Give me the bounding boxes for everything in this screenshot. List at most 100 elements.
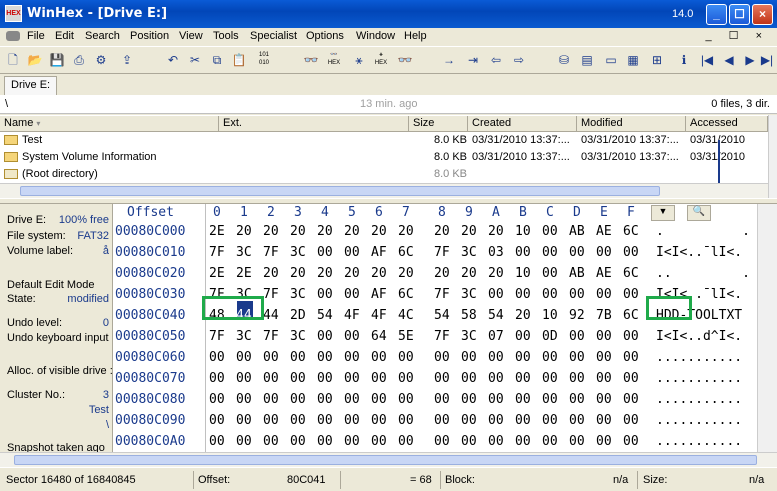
hex-byte[interactable]: 4F <box>371 308 387 323</box>
hex-byte[interactable]: 00 <box>461 413 477 428</box>
hex-byte[interactable]: 00 <box>515 371 531 386</box>
text-column[interactable]: I<I<..¯lI<. <box>656 245 742 260</box>
hex-byte[interactable]: 00 <box>623 350 639 365</box>
hex-byte[interactable]: 54 <box>317 308 333 323</box>
hex-byte[interactable]: 00 <box>542 287 558 302</box>
hex-byte[interactable]: 00 <box>488 287 504 302</box>
row-offset[interactable]: 00080C070 <box>115 371 185 386</box>
text-mode-dropdown-icon[interactable]: ▼ <box>651 205 675 221</box>
previous-sector-icon[interactable]: ◀ <box>720 51 738 69</box>
hex-byte[interactable]: 7F <box>263 287 279 302</box>
hex-byte[interactable]: 00 <box>398 392 414 407</box>
search-icon[interactable]: 🔍 <box>687 205 711 221</box>
hex-byte[interactable]: 54 <box>488 308 504 323</box>
hex-byte[interactable]: 3C <box>290 287 306 302</box>
next-sector-icon[interactable]: ▶ <box>741 51 759 69</box>
hex-byte[interactable]: 00 <box>515 350 531 365</box>
row-offset[interactable]: 00080C060 <box>115 350 185 365</box>
menu-file[interactable]: File <box>27 30 45 42</box>
menu-window[interactable]: Window <box>356 30 395 42</box>
hex-byte[interactable]: 00 <box>263 434 279 449</box>
last-sector-icon[interactable]: ▶| <box>758 51 776 69</box>
hex-byte[interactable]: 00 <box>290 350 306 365</box>
close-button[interactable]: × <box>752 4 773 25</box>
hex-byte[interactable]: 00 <box>344 245 360 260</box>
row-offset[interactable]: 00080C080 <box>115 392 185 407</box>
hex-byte[interactable]: 3C <box>236 245 252 260</box>
hex-byte[interactable]: 00 <box>596 434 612 449</box>
hex-byte[interactable]: 00 <box>344 434 360 449</box>
hex-byte[interactable]: 7F <box>434 329 450 344</box>
hex-byte[interactable]: 20 <box>488 266 504 281</box>
hex-byte[interactable]: 00 <box>209 434 225 449</box>
hex-byte[interactable]: 00 <box>236 413 252 428</box>
hex-byte[interactable]: 00 <box>542 434 558 449</box>
menu-disk-icon[interactable] <box>6 31 20 41</box>
hex-byte[interactable]: 20 <box>371 224 387 239</box>
column-size[interactable]: Size <box>409 116 468 132</box>
text-column[interactable]: I<I<..d^I<. <box>656 329 742 344</box>
disk-tool-icon[interactable]: ⛁ <box>555 51 573 69</box>
hex-byte[interactable]: 00 <box>434 413 450 428</box>
file-row[interactable]: Test 8.0 KB 03/31/2010 13:37:... 03/31/2… <box>0 132 768 149</box>
hex-byte[interactable]: 00 <box>371 350 387 365</box>
hex-byte[interactable]: 00 <box>461 434 477 449</box>
find-text-icon[interactable]: 👓 <box>302 51 320 69</box>
hex-byte[interactable]: 00 <box>542 350 558 365</box>
hex-byte[interactable]: 2E <box>209 266 225 281</box>
properties-icon[interactable]: ⚙ <box>92 51 110 69</box>
hex-byte[interactable]: 4C <box>398 308 414 323</box>
calculator-icon[interactable]: ▦ <box>624 51 642 69</box>
hex-vertical-scrollbar[interactable] <box>757 204 777 452</box>
hex-byte[interactable]: 44 <box>263 308 279 323</box>
column-name[interactable]: Name ▾ <box>0 116 219 132</box>
undo-icon[interactable]: ↶ <box>164 51 182 69</box>
hex-byte[interactable]: 00 <box>317 245 333 260</box>
hex-byte[interactable]: 00 <box>236 371 252 386</box>
hex-byte[interactable]: 6C <box>623 224 639 239</box>
hex-byte[interactable]: 00 <box>488 434 504 449</box>
file-list-vertical-scrollbar[interactable] <box>768 115 777 198</box>
hex-byte[interactable]: 7B <box>596 308 612 323</box>
hex-byte[interactable]: 00 <box>371 413 387 428</box>
hex-byte[interactable]: 4F <box>344 308 360 323</box>
hex-byte[interactable]: 10 <box>542 308 558 323</box>
hex-byte[interactable]: 00 <box>344 392 360 407</box>
hex-byte[interactable]: 00 <box>515 245 531 260</box>
hex-byte[interactable]: 00 <box>371 371 387 386</box>
scrollbar-thumb[interactable] <box>14 455 757 465</box>
minimize-button[interactable]: _ <box>706 4 727 25</box>
hex-byte[interactable]: 20 <box>344 224 360 239</box>
hex-byte[interactable]: 00 <box>488 371 504 386</box>
text-column[interactable]: ........... <box>656 371 742 386</box>
hex-byte[interactable]: 00 <box>290 413 306 428</box>
row-offset[interactable]: 00080C050 <box>115 329 185 344</box>
hex-byte[interactable]: AF <box>371 287 387 302</box>
menu-search[interactable]: Search <box>85 30 120 42</box>
menu-help[interactable]: Help <box>404 30 427 42</box>
hex-byte[interactable]: 00 <box>515 434 531 449</box>
hex-byte[interactable]: 00 <box>461 350 477 365</box>
mdi-window-controls[interactable]: _ ☐ × <box>705 29 769 42</box>
hex-byte[interactable]: 64 <box>371 329 387 344</box>
hex-byte[interactable]: 00 <box>596 392 612 407</box>
hex-byte[interactable]: 6C <box>623 308 639 323</box>
text-column[interactable]: ........... <box>656 413 742 428</box>
find-hex-icon[interactable]: 👓 HEX <box>325 51 343 69</box>
goto-offset-icon[interactable]: → <box>440 51 458 69</box>
hex-byte[interactable]: 00 <box>209 350 225 365</box>
hex-editor[interactable]: Offset 0123456789ABCDEF ▼ 🔍 00080C000 2E 2… <box>112 204 757 452</box>
hex-byte[interactable]: 3C <box>461 329 477 344</box>
hex-byte[interactable]: 00 <box>317 392 333 407</box>
hex-byte[interactable]: 00 <box>542 413 558 428</box>
hex-byte[interactable]: 00 <box>434 392 450 407</box>
hex-byte[interactable]: AB <box>569 224 585 239</box>
hex-byte[interactable]: 00 <box>542 392 558 407</box>
hex-byte[interactable]: 00 <box>569 434 585 449</box>
first-sector-icon[interactable]: |◀ <box>698 51 716 69</box>
hex-byte[interactable]: 20 <box>461 224 477 239</box>
row-offset[interactable]: 00080C010 <box>115 245 185 260</box>
text-column[interactable]: ........... <box>656 434 742 449</box>
hex-byte[interactable]: 00 <box>515 329 531 344</box>
hex-byte[interactable]: 00 <box>488 413 504 428</box>
